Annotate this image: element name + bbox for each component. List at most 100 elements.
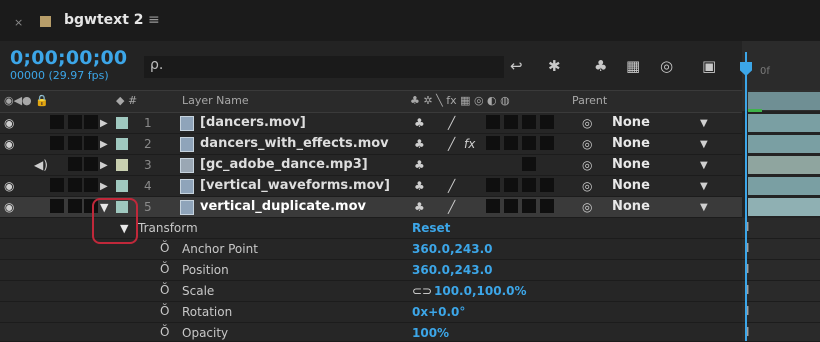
chevron-down-icon[interactable]: ▼ [700, 181, 708, 192]
constrain-proportions-link-icon[interactable]: ⊂⊃ [412, 284, 432, 298]
solo-switch[interactable] [68, 199, 82, 213]
solo-switch[interactable] [68, 178, 82, 192]
layer-duration-bar[interactable] [748, 198, 820, 216]
switch-box[interactable] [504, 136, 518, 150]
switch-box[interactable] [486, 199, 500, 213]
comp-tab-title[interactable]: bgwtext 2 [64, 12, 144, 28]
parent-select[interactable]: None [612, 199, 650, 214]
expand-arrow-icon[interactable]: ▶ [100, 181, 108, 192]
work-area-bar[interactable] [748, 92, 820, 110]
layer-name[interactable]: [vertical_waveforms.mov] [200, 178, 390, 193]
expand-arrow-icon[interactable]: ▶ [100, 139, 108, 150]
property-value[interactable]: 360.0,243.0 [412, 242, 492, 256]
parent-select[interactable]: None [612, 115, 650, 130]
layer-name[interactable]: vertical_duplicate.mov [200, 199, 366, 214]
solo-switch[interactable] [68, 157, 82, 171]
pick-whip-icon[interactable]: ◎ [582, 179, 592, 193]
lock-switch[interactable] [84, 178, 98, 192]
layer-duration-bar[interactable] [748, 177, 820, 195]
label-color-swatch[interactable] [116, 138, 128, 150]
av-features-header[interactable]: ◉◀● 🔒 [4, 94, 49, 107]
switch-box[interactable] [522, 178, 536, 192]
switches-header[interactable]: ♣ ✲ ╲ fx ▦ ◎ ◐ ◍ [410, 94, 510, 107]
current-time-indicator[interactable] [745, 52, 747, 341]
switch-box[interactable] [522, 199, 536, 213]
video-eye-icon[interactable]: ◉ [4, 116, 14, 130]
switch-box[interactable] [540, 136, 554, 150]
chevron-down-icon[interactable]: ▼ [700, 202, 708, 213]
panel-menu-icon[interactable]: ≡ [148, 12, 160, 28]
shy-switch-icon[interactable]: ♣ [414, 137, 425, 151]
chevron-down-icon[interactable]: ▼ [700, 160, 708, 171]
property-value[interactable]: 100.0,100.0% [434, 284, 527, 298]
lock-switch[interactable] [84, 157, 98, 171]
property-row-scale[interactable]: Ŏ Scale ⊂⊃ 100.0,100.0% [0, 281, 742, 302]
chevron-down-icon[interactable]: ▼ [700, 139, 708, 150]
quality-switch-icon[interactable]: ╱ [448, 179, 455, 193]
effects-switch[interactable]: fx [464, 137, 475, 151]
property-row-opacity[interactable]: Ŏ Opacity 100% [0, 323, 742, 342]
layer-row-1[interactable]: ◉ ▶ 1 [dancers.mov] ♣ ╱ ◎ None ▼ [0, 113, 742, 134]
motion-blur-icon[interactable]: ◎ [660, 57, 673, 75]
switch-box[interactable] [486, 178, 500, 192]
switch-box[interactable] [486, 115, 500, 129]
layer-duration-bar[interactable] [748, 135, 820, 153]
property-value[interactable]: 0x+0.0° [412, 305, 465, 319]
video-eye-icon[interactable]: ◉ [4, 179, 14, 193]
lock-switch[interactable] [84, 136, 98, 150]
stopwatch-icon[interactable]: Ŏ [160, 241, 169, 255]
speaker-icon[interactable]: ◀) [34, 158, 48, 172]
solo-switch[interactable] [68, 115, 82, 129]
property-row-rotation[interactable]: Ŏ Rotation 0x+0.0° [0, 302, 742, 323]
shy-switch-icon[interactable]: ♣ [414, 116, 425, 130]
quality-switch-icon[interactable]: ╱ [448, 137, 455, 151]
property-row-position[interactable]: Ŏ Position 360.0,243.0 [0, 260, 742, 281]
time-ruler[interactable] [742, 41, 820, 90]
layer-duration-bar[interactable] [748, 156, 820, 174]
audio-switch[interactable] [50, 178, 64, 192]
audio-switch[interactable] [50, 199, 64, 213]
pick-whip-icon[interactable]: ◎ [582, 116, 592, 130]
layer-name[interactable]: dancers_with_effects.mov [200, 136, 389, 151]
quality-switch-icon[interactable]: ╱ [448, 200, 455, 214]
layer-name-header[interactable]: Layer Name [182, 94, 249, 107]
switch-box[interactable] [540, 178, 554, 192]
draft-3d-icon[interactable]: ✱ [548, 57, 561, 75]
switch-box[interactable] [504, 199, 518, 213]
switch-box[interactable] [486, 136, 500, 150]
shy-layers-icon[interactable]: ♣ [594, 57, 607, 75]
switch-box[interactable] [522, 115, 536, 129]
close-icon[interactable]: × [14, 16, 23, 29]
composition-flowchart-icon[interactable]: ↩ [510, 57, 523, 75]
shy-switch-icon[interactable]: ♣ [414, 179, 425, 193]
layer-row-4[interactable]: ◉ ▶ 4 [vertical_waveforms.mov] ♣ ╱ ◎ Non… [0, 176, 742, 197]
current-timecode[interactable]: 0;00;00;00 [10, 47, 127, 69]
pick-whip-icon[interactable]: ◎ [582, 200, 592, 214]
chevron-down-icon[interactable]: ▼ [700, 118, 708, 129]
shy-switch-icon[interactable]: ♣ [414, 158, 425, 172]
label-color-swatch[interactable] [116, 159, 128, 171]
stopwatch-icon[interactable]: Ŏ [160, 325, 169, 339]
switch-box[interactable] [504, 115, 518, 129]
property-value[interactable]: 100% [412, 326, 449, 340]
layer-name[interactable]: [dancers.mov] [200, 115, 306, 130]
solo-switch[interactable] [68, 136, 82, 150]
audio-switch[interactable] [50, 115, 64, 129]
parent-select[interactable]: None [612, 178, 650, 193]
transform-reset-link[interactable]: Reset [412, 221, 450, 235]
expand-arrow-icon[interactable]: ▶ [100, 160, 108, 171]
switch-box[interactable] [540, 199, 554, 213]
frame-blending-icon[interactable]: ▦ [626, 57, 640, 75]
switch-box[interactable] [540, 115, 554, 129]
video-switch-empty[interactable] [4, 157, 18, 171]
layer-name[interactable]: [gc_adobe_dance.mp3] [200, 157, 368, 172]
stopwatch-icon[interactable]: Ŏ [160, 304, 169, 318]
stopwatch-icon[interactable]: Ŏ [160, 283, 169, 297]
lock-switch[interactable] [84, 115, 98, 129]
quality-switch-icon[interactable]: ╱ [448, 116, 455, 130]
label-number-header[interactable]: ◆ # [116, 94, 137, 107]
shy-switch-icon[interactable]: ♣ [414, 200, 425, 214]
switch-box[interactable] [504, 178, 518, 192]
label-color-swatch[interactable] [116, 180, 128, 192]
pick-whip-icon[interactable]: ◎ [582, 158, 592, 172]
